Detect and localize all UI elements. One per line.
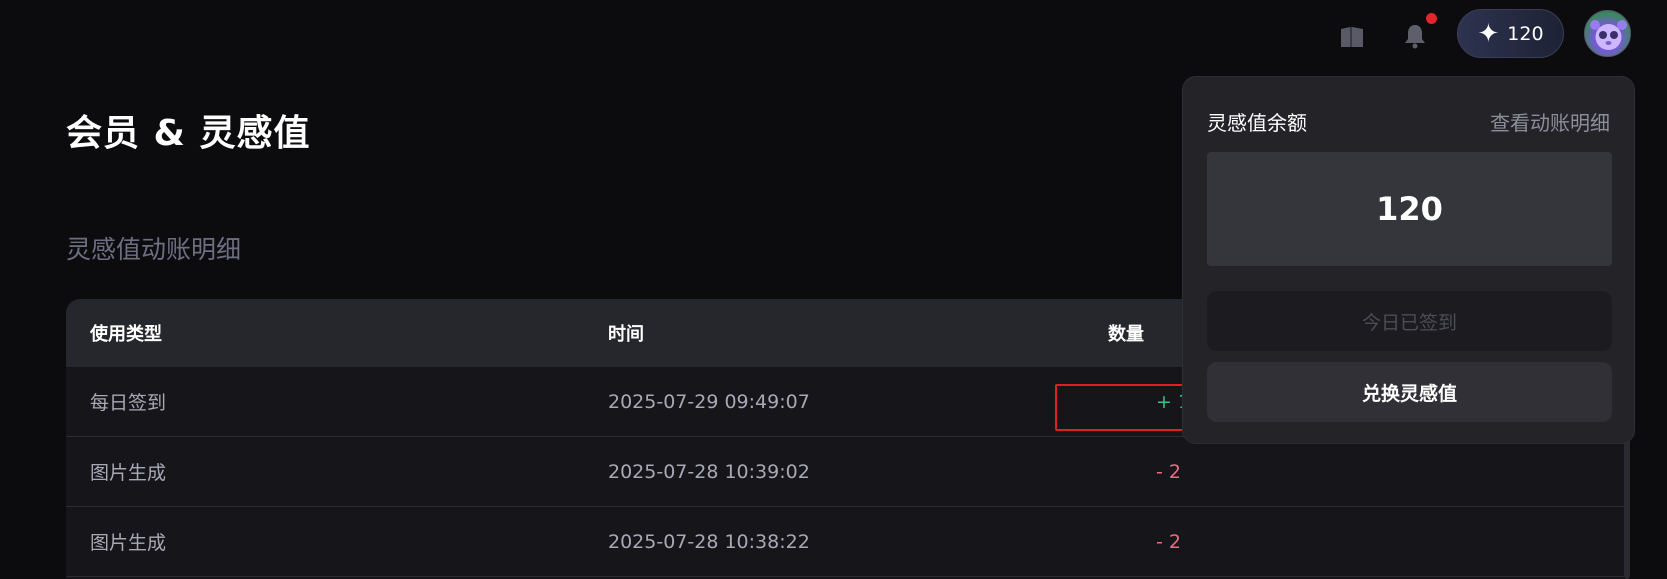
table-row: 图片生成 2025-07-28 10:38:22 - 2 (66, 507, 1624, 577)
view-details-link[interactable]: 查看动账明细 (1490, 107, 1610, 136)
row-time: 2025-07-29 09:49:07 (608, 390, 810, 413)
row-time: 2025-07-28 10:38:22 (608, 530, 810, 553)
table-row: 图片生成 2025-07-28 10:39:02 - 2 (66, 437, 1624, 507)
page: ✦ 120 会员 & 灵感值 灵感值动账明细 使用类型 时间 数量 每日签到 2… (0, 0, 1667, 579)
row-type: 图片生成 (90, 462, 167, 484)
exchange-credits-button[interactable]: 兑换灵感值 (1207, 362, 1612, 422)
page-title: 会员 & 灵感值 (66, 113, 311, 154)
bell-icon[interactable] (1400, 20, 1430, 52)
column-header-type: 使用类型 (90, 324, 162, 345)
row-amount: - 2 (1156, 460, 1181, 483)
scrollbar[interactable] (1624, 420, 1630, 579)
balance-value: 120 (1207, 152, 1612, 266)
row-type: 每日签到 (90, 392, 167, 414)
row-type: 图片生成 (90, 532, 167, 554)
credits-dropdown-panel: 灵感值余额 查看动账明细 120 今日已签到 兑换灵感值 (1182, 76, 1635, 444)
sparkle-icon: ✦ (1477, 18, 1500, 49)
credits-button[interactable]: ✦ 120 (1457, 9, 1564, 58)
notification-dot (1426, 13, 1437, 24)
row-amount: - 2 (1156, 530, 1181, 553)
credits-count: 120 (1507, 22, 1544, 45)
book-icon[interactable] (1337, 22, 1367, 52)
column-header-time: 时间 (608, 324, 644, 345)
panel-title: 灵感值余额 (1207, 111, 1307, 135)
row-time: 2025-07-28 10:39:02 (608, 460, 810, 483)
avatar[interactable] (1584, 10, 1631, 57)
section-title: 灵感值动账明细 (66, 235, 242, 264)
signed-in-button[interactable]: 今日已签到 (1207, 291, 1612, 351)
